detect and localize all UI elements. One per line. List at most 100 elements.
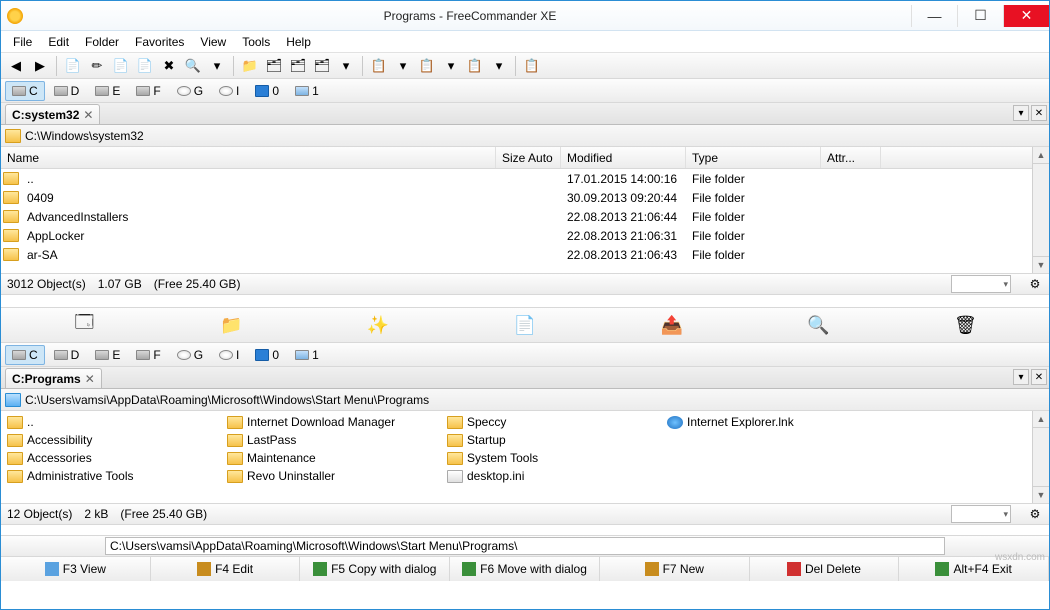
scrollbar-top[interactable]: ▲ ▼ <box>1032 147 1049 273</box>
scroll-down-icon[interactable]: ▼ <box>1033 256 1049 273</box>
tab-dropdown-button[interactable]: ▾ <box>1013 369 1029 385</box>
tab-close-icon[interactable]: ✕ <box>83 108 93 122</box>
drive-I[interactable]: I <box>212 81 246 101</box>
path-bar-bottom[interactable]: C:\Users\vamsi\AppData\Roaming\Microsoft… <box>1 389 1049 411</box>
tab-top[interactable]: C:system32 ✕ <box>5 104 100 124</box>
path-bar-top[interactable]: C:\Windows\system32 <box>1 125 1049 147</box>
menu-tools[interactable]: Tools <box>234 33 278 51</box>
list-item[interactable]: Internet Download Manager <box>227 413 447 431</box>
toolbar-button-11[interactable]: 📁 <box>239 55 261 77</box>
scroll-up-icon[interactable]: ▲ <box>1033 411 1049 428</box>
scroll-down-icon[interactable]: ▼ <box>1033 486 1049 503</box>
scroll-up-icon[interactable]: ▲ <box>1033 147 1049 164</box>
column-modified[interactable]: Modified <box>561 147 686 168</box>
list-item[interactable]: Startup <box>447 431 667 449</box>
drive-C[interactable]: C <box>5 345 45 365</box>
fkey-f7[interactable]: F7 New <box>600 557 750 581</box>
toolbar-button-17[interactable]: 📋 <box>368 55 390 77</box>
drive-F[interactable]: F <box>129 345 167 365</box>
close-button[interactable] <box>1003 5 1049 27</box>
menu-edit[interactable]: Edit <box>40 33 77 51</box>
fkey-f3[interactable]: F3 View <box>1 557 151 581</box>
status-combo[interactable] <box>951 505 1011 523</box>
maximize-button[interactable] <box>957 5 1003 27</box>
drive-E[interactable]: E <box>88 345 127 365</box>
drive-F[interactable]: F <box>129 81 167 101</box>
toolbar-button-14[interactable]: 🗂 <box>311 55 333 77</box>
file-list-bottom[interactable]: ..AccessibilityAccessoriesAdministrative… <box>1 411 1032 503</box>
toolbar-button-18[interactable]: ▾ <box>392 55 414 77</box>
drive-C[interactable]: C <box>5 81 45 101</box>
toolbar-button-24[interactable]: 📋 <box>521 55 543 77</box>
drive-D[interactable]: D <box>47 345 87 365</box>
fkey-f6[interactable]: F6 Move with dialog <box>450 557 600 581</box>
tab-close-all-button[interactable]: ✕ <box>1031 369 1047 385</box>
toolbar-button-12[interactable]: 🗂 <box>263 55 285 77</box>
action-button-5[interactable]: 🔍 <box>805 311 833 339</box>
list-item[interactable]: Administrative Tools <box>7 467 227 485</box>
tab-dropdown-button[interactable]: ▾ <box>1013 105 1029 121</box>
fkey-f4[interactable]: F4 Edit <box>151 557 301 581</box>
list-item[interactable]: desktop.ini <box>447 467 667 485</box>
table-row[interactable]: 040930.09.2013 09:20:44File folder <box>1 188 1032 207</box>
toolbar-button-1[interactable]: ▶ <box>29 55 51 77</box>
drive-I[interactable]: I <box>212 345 246 365</box>
list-item[interactable]: Maintenance <box>227 449 447 467</box>
menu-file[interactable]: File <box>5 33 40 51</box>
menu-view[interactable]: View <box>192 33 234 51</box>
table-row[interactable]: AppLocker22.08.2013 21:06:31File folder <box>1 226 1032 245</box>
list-item[interactable]: Accessibility <box>7 431 227 449</box>
drive-1[interactable]: 1 <box>288 81 326 101</box>
menu-favorites[interactable]: Favorites <box>127 33 192 51</box>
action-button-3[interactable]: 📄 <box>511 311 539 339</box>
toolbar-button-20[interactable]: ▾ <box>440 55 462 77</box>
menu-folder[interactable]: Folder <box>77 33 127 51</box>
toolbar-button-13[interactable]: 🗂 <box>287 55 309 77</box>
action-button-6[interactable]: 🗑 <box>951 311 979 339</box>
table-row[interactable]: ..17.01.2015 14:00:16File folder <box>1 169 1032 188</box>
menu-help[interactable]: Help <box>278 33 319 51</box>
action-button-2[interactable]: ✨ <box>364 311 392 339</box>
minimize-button[interactable] <box>911 5 957 27</box>
toolbar-button-15[interactable]: ▾ <box>335 55 357 77</box>
drive-E[interactable]: E <box>88 81 127 101</box>
list-item[interactable]: Speccy <box>447 413 667 431</box>
toolbar-button-3[interactable]: 📄 <box>62 55 84 77</box>
toolbar-button-19[interactable]: 📋 <box>416 55 438 77</box>
list-item[interactable]: LastPass <box>227 431 447 449</box>
drive-D[interactable]: D <box>47 81 87 101</box>
tab-close-all-button[interactable]: ✕ <box>1031 105 1047 121</box>
column-type[interactable]: Type <box>686 147 821 168</box>
toolbar-button-4[interactable]: ✏ <box>86 55 108 77</box>
status-combo[interactable] <box>951 275 1011 293</box>
drive-0[interactable]: 0 <box>248 345 286 365</box>
list-item[interactable]: System Tools <box>447 449 667 467</box>
address-input[interactable] <box>105 537 945 555</box>
action-button-4[interactable]: 📤 <box>658 311 686 339</box>
list-item[interactable]: Revo Uninstaller <box>227 467 447 485</box>
toolbar-button-7[interactable]: ✖ <box>158 55 180 77</box>
table-row[interactable]: AdvancedInstallers22.08.2013 21:06:44Fil… <box>1 207 1032 226</box>
file-list-top[interactable]: ..17.01.2015 14:00:16File folder040930.0… <box>1 169 1032 269</box>
toolbar-button-5[interactable]: 📄 <box>110 55 132 77</box>
toolbar-button-8[interactable]: 🔍 <box>182 55 204 77</box>
toolbar-button-21[interactable]: 📋 <box>464 55 486 77</box>
fkey-f5[interactable]: F5 Copy with dialog <box>300 557 450 581</box>
action-button-1[interactable]: 📁 <box>217 311 245 339</box>
list-item[interactable]: Internet Explorer.lnk <box>667 413 887 431</box>
drive-1[interactable]: 1 <box>288 345 326 365</box>
settings-icon[interactable]: ⚙ <box>1027 276 1043 292</box>
drive-G[interactable]: G <box>170 81 210 101</box>
scrollbar-bottom[interactable]: ▲ ▼ <box>1032 411 1049 503</box>
list-item[interactable]: .. <box>7 413 227 431</box>
fkey-del[interactable]: Del Delete <box>750 557 900 581</box>
tab-close-icon[interactable]: ✕ <box>85 372 95 386</box>
table-row[interactable]: ar-SA22.08.2013 21:06:43File folder <box>1 245 1032 264</box>
toolbar-button-0[interactable]: ◀ <box>5 55 27 77</box>
list-item[interactable]: Accessories <box>7 449 227 467</box>
action-button-0[interactable]: 🗔 <box>70 311 98 339</box>
tab-bottom[interactable]: C:Programs ✕ <box>5 368 102 388</box>
column-name[interactable]: Name <box>1 147 496 168</box>
toolbar-button-6[interactable]: 📄 <box>134 55 156 77</box>
column-attr-[interactable]: Attr... <box>821 147 881 168</box>
